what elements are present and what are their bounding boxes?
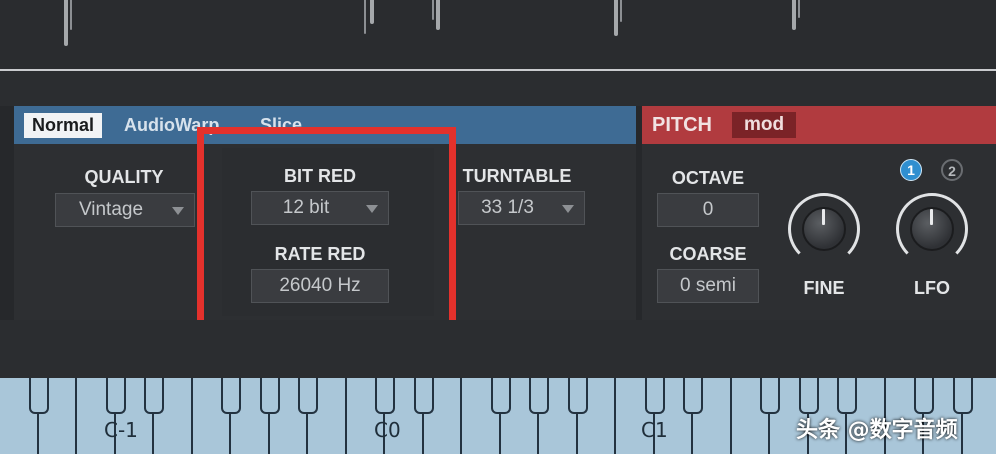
octave-label-c0: C0 <box>374 418 401 442</box>
octave-field[interactable]: 0 <box>657 193 759 227</box>
lfo-knob[interactable] <box>896 193 968 265</box>
fine-knob[interactable] <box>788 193 860 265</box>
waveform-peak <box>70 0 72 30</box>
turntable-label: TURNTABLE <box>462 166 572 186</box>
tab-normal[interactable]: Normal <box>24 113 103 138</box>
octave-label: OCTAVE <box>671 168 745 188</box>
black-key[interactable] <box>28 378 49 414</box>
lfo-2-button[interactable]: 2 <box>941 159 963 181</box>
pitch-title: PITCH <box>652 114 712 136</box>
black-key[interactable] <box>760 378 780 414</box>
waveform-peak <box>64 0 68 46</box>
turntable-select[interactable]: 33 1/3 <box>458 191 585 225</box>
octave-value: 0 <box>702 199 714 220</box>
quality-select[interactable]: Vintage <box>55 193 195 227</box>
coarse-label: COARSE <box>669 244 747 264</box>
pitch-header: PITCH mod <box>642 106 996 144</box>
black-key[interactable] <box>259 378 280 414</box>
waveform-peak <box>614 0 618 36</box>
black-key[interactable] <box>298 378 318 414</box>
knob-indicator <box>822 209 825 225</box>
black-key[interactable] <box>952 378 973 414</box>
black-key[interactable] <box>644 378 665 414</box>
waveform-peak <box>792 0 796 30</box>
fine-label: FINE <box>803 278 845 298</box>
keyboard-spacer <box>0 320 996 378</box>
black-key[interactable] <box>567 378 588 414</box>
black-key[interactable] <box>413 378 434 414</box>
black-key[interactable] <box>490 378 511 414</box>
black-key[interactable] <box>914 378 934 414</box>
waveform-display[interactable] <box>0 0 996 72</box>
waveform-peak <box>798 0 800 18</box>
black-key[interactable] <box>529 378 549 414</box>
octave-label-c1: C1 <box>641 418 668 442</box>
waveform-peak <box>370 0 374 24</box>
chevron-down-icon <box>562 205 574 213</box>
black-key[interactable] <box>221 378 241 414</box>
black-key[interactable] <box>144 378 164 414</box>
black-key[interactable] <box>837 378 857 414</box>
mod-button[interactable]: mod <box>732 112 796 138</box>
waveform-peak <box>432 0 434 20</box>
black-key[interactable] <box>683 378 703 414</box>
quality-value: Vintage <box>78 199 144 220</box>
black-key[interactable] <box>105 378 126 414</box>
coarse-value: 0 semi <box>680 275 736 296</box>
coarse-field[interactable]: 0 semi <box>657 269 759 303</box>
panel-spacer <box>0 72 996 106</box>
watermark: 头条 @数字音频 <box>796 418 958 443</box>
lfo-1-button[interactable]: 1 <box>900 159 922 181</box>
chevron-down-icon <box>172 207 184 215</box>
black-key[interactable] <box>375 378 395 414</box>
waveform-peak <box>364 0 366 34</box>
octave-label-c-1: C-1 <box>104 418 138 442</box>
lfo-label: LFO <box>914 278 950 298</box>
black-key[interactable] <box>798 378 819 414</box>
waveform-peak <box>436 0 440 30</box>
turntable-value: 33 1/3 <box>481 197 534 218</box>
waveform-baseline <box>0 69 996 71</box>
knob-indicator <box>930 209 933 225</box>
waveform-peak <box>620 0 622 22</box>
quality-label: QUALITY <box>84 167 164 187</box>
